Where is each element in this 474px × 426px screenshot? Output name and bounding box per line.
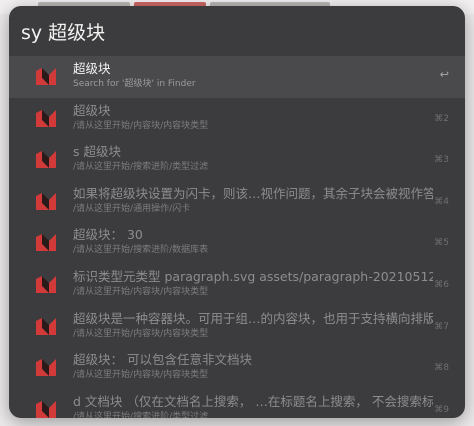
result-shortcut: ⌘5 <box>434 238 449 249</box>
siyuan-app-icon <box>35 233 57 252</box>
result-title: 超级块 <box>73 102 111 118</box>
result-subtitle: /请从这里开始/内容块/内容块类型 <box>73 370 209 381</box>
result-shortcut: ⌘7 <box>434 321 449 332</box>
result-item[interactable]: 超级块： 30/请从这里开始/搜索进阶/数据库表 ⌘5 <box>9 222 465 264</box>
result-item[interactable]: 如果将超级块设置为闪卡，则该…视作问题，其余子块会被视作答案/请从这里开始/通用… <box>9 181 465 223</box>
result-shortcut: ⌘8 <box>434 363 449 374</box>
results-list: 超级块 Search for '超级块' in Finder ↩ 超级块/请从这里开始… <box>9 56 465 418</box>
result-item[interactable]: 标识类型元类型 paragraph.svg assets/paragraph-2… <box>9 264 465 306</box>
result-subtitle: /请从这里开始/搜索进阶/数据库表 <box>73 245 209 256</box>
result-title: 超级块 <box>73 61 111 76</box>
result-subtitle: Search for '超级块' in Finder <box>73 79 196 89</box>
siyuan-app-icon <box>35 109 57 128</box>
result-subtitle: /请从这里开始/通用操作/闪卡 <box>73 203 191 214</box>
siyuan-app-icon <box>35 67 57 86</box>
result-item[interactable]: 超级块 Search for '超级块' in Finder ↩ <box>9 56 465 98</box>
result-title: s 超级块 <box>73 144 121 160</box>
result-shortcut: ⌘9 <box>434 404 449 415</box>
siyuan-app-icon <box>35 275 57 294</box>
siyuan-app-icon <box>35 400 57 418</box>
result-title: 标识类型元类型 paragraph.svg assets/paragraph-2… <box>73 268 433 284</box>
result-shortcut: ⌘2 <box>434 113 449 124</box>
result-subtitle: /请从这里开始/内容块/内容块类型 <box>73 286 209 297</box>
result-title: 超级块是一种容器块。可用于组…的内容块，也用于支持横向排版。 <box>73 310 433 326</box>
result-title: 如果将超级块设置为闪卡，则该…视作问题，其余子块会被视作答案 <box>73 185 433 201</box>
siyuan-app-icon <box>35 150 57 169</box>
result-item[interactable]: 超级块/请从这里开始/内容块/内容块类型 ⌘2 <box>9 98 465 140</box>
siyuan-app-icon <box>35 358 57 377</box>
result-title: 超级块： 30 <box>73 227 143 243</box>
result-shortcut: ↩ <box>439 68 449 81</box>
search-query-input[interactable]: sy 超级块 <box>21 17 105 49</box>
result-shortcut: ⌘6 <box>434 279 449 290</box>
result-shortcut: ⌘3 <box>434 155 449 166</box>
result-title: d 文档块 （仅在文档名上搜索， …在标题名上搜索， 不会搜索标题块 <box>73 393 433 409</box>
result-item[interactable]: d 文档块 （仅在文档名上搜索， …在标题名上搜索， 不会搜索标题块/请从这里开… <box>9 389 465 418</box>
siyuan-app-icon <box>35 317 57 336</box>
result-item[interactable]: s 超级块/请从这里开始/搜索进阶/类型过滤 ⌘3 <box>9 139 465 181</box>
result-subtitle: /请从这里开始/搜索进阶/类型过滤 <box>73 162 209 173</box>
result-title: 超级块： 可以包含任意非文档块 <box>73 352 252 368</box>
result-subtitle: /请从这里开始/内容块/内容块类型 <box>73 120 209 131</box>
search-launcher-panel: sy 超级块 超级块 Search for '超级块' in Finder ↩ 超级块… <box>9 6 465 418</box>
result-subtitle: /请从这里开始/内容块/内容块类型 <box>73 328 209 339</box>
siyuan-app-icon <box>35 192 57 211</box>
result-item[interactable]: 超级块： 可以包含任意非文档块/请从这里开始/内容块/内容块类型 ⌘8 <box>9 347 465 389</box>
result-subtitle: /请从这里开始/搜索进阶/类型过滤 <box>73 411 209 418</box>
result-item[interactable]: 超级块是一种容器块。可用于组…的内容块，也用于支持横向排版。 /请从这里开始/内容… <box>9 306 465 348</box>
result-shortcut: ⌘4 <box>434 196 449 207</box>
